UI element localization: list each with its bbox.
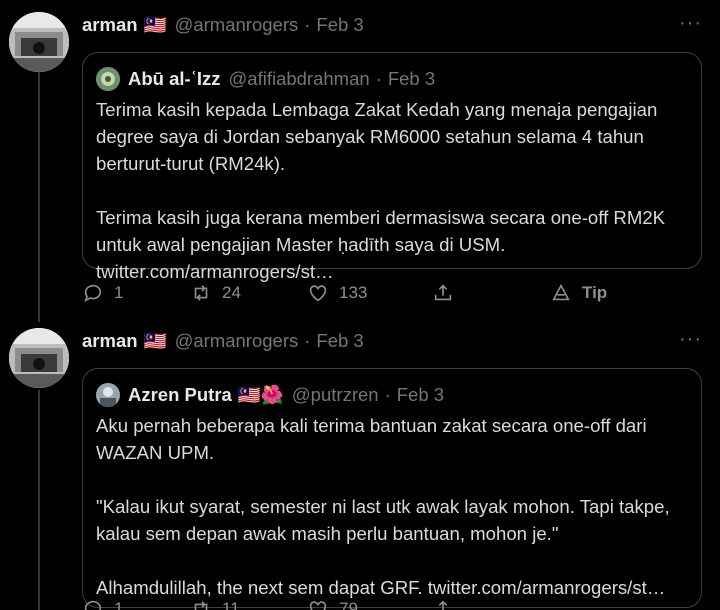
retweet-count: 24 bbox=[222, 283, 241, 302]
like-count: 133 bbox=[339, 283, 368, 302]
share-icon bbox=[438, 600, 448, 610]
quoted-author-handle: @afifiabdrahman bbox=[228, 68, 370, 89]
quoted-tweet-date: Feb 3 bbox=[387, 68, 436, 89]
flag-icon: 🇲🇾 bbox=[143, 14, 167, 35]
reply-icon bbox=[84, 600, 102, 610]
quoted-tweet-text: Terima kasih kepada Lembaga Zakat Kedah … bbox=[96, 99, 666, 282]
tip-icon bbox=[552, 283, 570, 301]
quoted-avatar[interactable] bbox=[96, 383, 120, 407]
author-name[interactable]: arman bbox=[82, 330, 138, 352]
quoted-tweet-header: Azren Putra 🇲🇾🌺 @putrzren · Feb 3 bbox=[96, 383, 444, 407]
tweet[interactable]: arman 🇲🇾 @armanrogers · Feb 3 ··· Abū al… bbox=[0, 0, 720, 320]
flag-icon: 🇲🇾 bbox=[143, 330, 167, 351]
like-button[interactable]: 133 bbox=[307, 282, 367, 304]
retweet-count: 11 bbox=[222, 599, 240, 610]
tweet-header: arman 🇲🇾 @armanrogers · Feb 3 bbox=[82, 14, 364, 36]
heart-icon bbox=[309, 285, 327, 302]
quoted-author-name: Abū al-ʿIzz bbox=[128, 68, 221, 89]
tip-button[interactable]: Tip bbox=[550, 282, 607, 304]
retweet-icon bbox=[194, 285, 208, 301]
flag-icon: 🇲🇾🌺 bbox=[237, 384, 284, 405]
reply-icon bbox=[84, 284, 102, 303]
share-button[interactable] bbox=[432, 282, 454, 304]
reply-count: 1 bbox=[114, 599, 124, 610]
quoted-tweet-date: Feb 3 bbox=[396, 384, 445, 405]
reply-button[interactable]: 1 bbox=[82, 282, 123, 304]
quoted-avatar[interactable] bbox=[96, 67, 120, 91]
avatar[interactable] bbox=[9, 12, 69, 72]
quoted-tweet-header: Abū al-ʿIzz @afifiabdrahman · Feb 3 bbox=[96, 67, 435, 91]
tweet-date[interactable]: Feb 3 bbox=[316, 14, 363, 36]
more-options-icon[interactable]: ··· bbox=[679, 12, 702, 35]
avatar[interactable] bbox=[9, 328, 69, 388]
tweet-header: arman 🇲🇾 @armanrogers · Feb 3 bbox=[82, 330, 364, 352]
separator-dot: · bbox=[304, 330, 311, 351]
separator-dot: · bbox=[304, 14, 311, 35]
tip-label: Tip bbox=[582, 283, 608, 302]
quoted-tweet[interactable]: Abū al-ʿIzz @afifiabdrahman · Feb 3 Teri… bbox=[82, 52, 702, 282]
more-options-icon[interactable]: ··· bbox=[679, 328, 702, 351]
tweet[interactable]: arman 🇲🇾 @armanrogers · Feb 3 ··· Azren … bbox=[0, 316, 720, 610]
quoted-author-name: Azren Putra bbox=[128, 384, 232, 405]
share-icon bbox=[434, 284, 452, 301]
separator-dot: · bbox=[384, 384, 391, 405]
retweet-icon bbox=[194, 601, 208, 610]
reply-button[interactable]: 1 bbox=[82, 598, 123, 610]
share-button[interactable] bbox=[432, 598, 454, 610]
separator-dot: · bbox=[375, 68, 382, 89]
author-handle[interactable]: @armanrogers bbox=[175, 14, 299, 36]
quoted-tweet-text: Aku pernah beberapa kali terima bantuan … bbox=[96, 415, 670, 598]
retweet-button[interactable]: 11 bbox=[190, 598, 240, 610]
author-handle[interactable]: @armanrogers bbox=[175, 330, 299, 352]
tweet-date[interactable]: Feb 3 bbox=[316, 330, 363, 352]
quoted-tweet[interactable]: Azren Putra 🇲🇾🌺 @putrzren · Feb 3 Aku pe… bbox=[82, 368, 702, 608]
heart-icon bbox=[309, 601, 327, 610]
retweet-button[interactable]: 24 bbox=[190, 282, 241, 304]
like-button[interactable]: 79 bbox=[307, 598, 358, 610]
like-count: 79 bbox=[339, 599, 358, 610]
reply-count: 1 bbox=[114, 283, 124, 302]
quoted-author-handle: @putrzren bbox=[291, 384, 379, 405]
author-name[interactable]: arman bbox=[82, 14, 138, 36]
